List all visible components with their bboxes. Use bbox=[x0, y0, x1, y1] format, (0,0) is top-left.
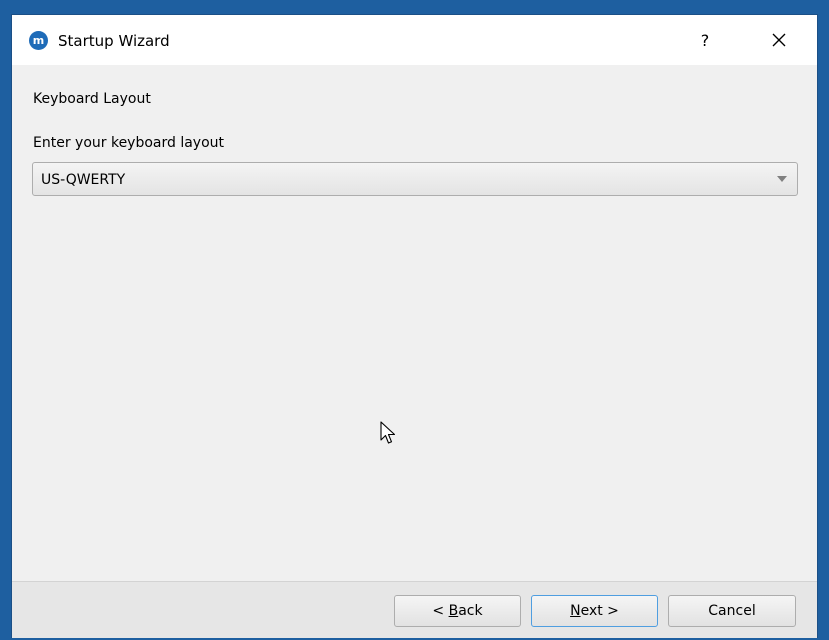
keyboard-layout-value: US-QWERTY bbox=[41, 172, 126, 188]
back-mnemonic: B bbox=[448, 603, 459, 619]
page-title: Keyboard Layout bbox=[33, 91, 151, 107]
back-button[interactable]: < Back bbox=[394, 595, 521, 627]
wizard-page: Keyboard Layout Enter your keyboard layo… bbox=[12, 65, 817, 581]
next-mnemonic: N bbox=[570, 603, 581, 619]
keyboard-layout-select[interactable]: US-QWERTY bbox=[32, 162, 798, 196]
keyboard-layout-label: Enter your keyboard layout bbox=[33, 135, 225, 151]
close-button[interactable] bbox=[759, 25, 799, 55]
next-rest: ext > bbox=[580, 603, 619, 619]
startup-wizard-window: m Startup Wizard ? Keyboard Layout Enter… bbox=[11, 14, 818, 638]
app-logo-icon: m bbox=[29, 31, 48, 50]
title-bar[interactable]: m Startup Wizard ? bbox=[12, 15, 817, 65]
help-button[interactable]: ? bbox=[690, 27, 720, 55]
dropdown-arrow-icon bbox=[777, 176, 787, 182]
back-prefix: < bbox=[432, 603, 449, 619]
window-title: Startup Wizard bbox=[58, 32, 170, 50]
cancel-button[interactable]: Cancel bbox=[668, 595, 796, 627]
mouse-cursor-icon bbox=[380, 421, 396, 444]
next-button[interactable]: Next > bbox=[531, 595, 658, 627]
back-rest: ack bbox=[458, 603, 483, 619]
close-icon bbox=[772, 33, 786, 47]
button-bar: < Back Next > Cancel bbox=[12, 581, 817, 638]
